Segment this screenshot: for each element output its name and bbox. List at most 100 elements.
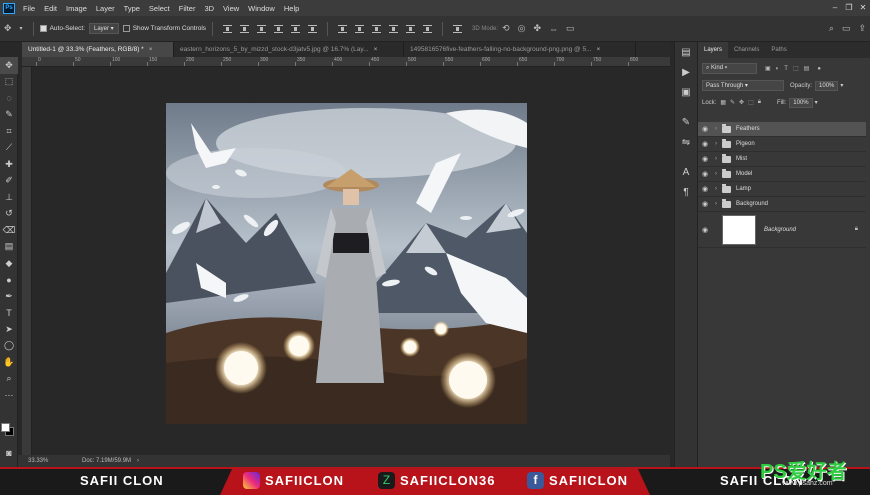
chevron-right-icon[interactable]: › — [712, 141, 720, 147]
chevron-right-icon[interactable]: › — [712, 171, 720, 177]
layer-group-lamp[interactable]: ◉ › Lamp — [698, 182, 866, 197]
zoom-level[interactable]: 33.33% — [28, 458, 68, 464]
pen-tool-icon[interactable]: ✒ — [0, 288, 18, 305]
close-tab-icon[interactable]: × — [374, 46, 378, 53]
align-top-icon[interactable] — [223, 24, 233, 33]
menu-layer[interactable]: Layer — [96, 4, 115, 13]
lock-pixels-icon[interactable]: ✎ — [730, 99, 735, 106]
layer-group-model[interactable]: ◉ › Model — [698, 167, 866, 182]
menu-image[interactable]: Image — [66, 4, 87, 13]
align-left-icon[interactable] — [274, 24, 284, 33]
lasso-tool-icon[interactable]: ◌ — [0, 90, 18, 107]
filter-type-icon[interactable]: T — [784, 66, 788, 72]
filter-shape-icon[interactable]: ⬚ — [793, 65, 799, 72]
chevron-right-icon[interactable]: › — [712, 201, 720, 207]
move-tool-icon[interactable]: ✥ — [4, 23, 12, 34]
kind-filter-dropdown[interactable]: ⌕ Kind ▾ — [702, 63, 757, 74]
visibility-eye-icon[interactable]: ◉ — [698, 226, 712, 234]
close-tab-icon[interactable]: × — [149, 46, 153, 53]
chevron-right-icon[interactable]: › — [712, 156, 720, 162]
chevron-down-icon[interactable]: ▾ — [815, 99, 818, 106]
chevron-down-icon[interactable]: ▾ — [20, 25, 23, 32]
filter-smart-icon[interactable]: ▤ — [804, 65, 810, 72]
align-hcenter-icon[interactable] — [291, 24, 301, 33]
menu-view[interactable]: View — [223, 4, 239, 13]
chevron-right-icon[interactable]: › — [712, 126, 720, 132]
filter-adjustment-icon[interactable]: ◐ — [776, 66, 780, 72]
eyedropper-tool-icon[interactable]: ⟋ — [0, 140, 18, 157]
chevron-down-icon[interactable]: ▾ — [840, 82, 843, 89]
3d-slide-icon[interactable]: ⇔ — [549, 24, 558, 34]
workspace-icon[interactable]: ▭ — [842, 23, 851, 34]
3d-roll-icon[interactable]: ◎ — [518, 23, 526, 34]
fill-input[interactable]: 100% — [789, 97, 813, 108]
distribute-bottom-icon[interactable] — [372, 24, 382, 33]
align-vcenter-icon[interactable] — [240, 24, 250, 33]
minimize-button[interactable]: – — [828, 3, 842, 13]
menu-edit[interactable]: Edit — [44, 4, 57, 13]
tab-untitled-1[interactable]: Untitled-1 @ 33.3% (Feathers, RGB/8) * × — [22, 42, 174, 57]
type-tool-icon[interactable]: T — [0, 305, 18, 322]
search-icon[interactable]: ⌕ — [829, 23, 834, 34]
gradient-tool-icon[interactable]: ▤ — [0, 239, 18, 256]
auto-select-checkbox[interactable] — [39, 25, 47, 32]
transform-controls-checkbox[interactable] — [122, 25, 130, 32]
visibility-eye-icon[interactable]: ◉ — [698, 185, 712, 193]
stamp-tool-icon[interactable]: ⊥ — [0, 189, 18, 206]
menu-3d[interactable]: 3D — [204, 4, 214, 13]
close-window-button[interactable]: ✕ — [856, 3, 870, 13]
move-tool-icon[interactable]: ✥ — [0, 57, 18, 74]
healing-brush-icon[interactable]: ✚ — [0, 156, 18, 173]
align-bottom-icon[interactable] — [257, 24, 267, 33]
distribute-hcenter-icon[interactable] — [406, 24, 416, 33]
lock-artboard-icon[interactable]: ⬚ — [748, 99, 754, 106]
marquee-tool-icon[interactable]: ⬚ — [0, 74, 18, 91]
status-menu-icon[interactable]: › — [137, 458, 139, 464]
layer-background[interactable]: ◉ Background 🔒︎ — [698, 212, 866, 248]
actions-panel-icon[interactable]: ▶ — [675, 62, 697, 82]
visibility-eye-icon[interactable]: ◉ — [698, 200, 712, 208]
layer-group-mist[interactable]: ◉ › Mist — [698, 152, 866, 167]
menu-window[interactable]: Window — [248, 4, 275, 13]
distribute-vcenter-icon[interactable] — [355, 24, 365, 33]
tab-channels[interactable]: Channels — [728, 42, 765, 58]
tab-feathers-png[interactable]: 1495816576five-feathers-falling-no-backg… — [404, 42, 636, 57]
lock-position-icon[interactable]: ✥ — [739, 99, 744, 106]
restore-button[interactable]: ❐ — [842, 3, 856, 13]
3d-scale-icon[interactable]: ▭ — [566, 23, 575, 34]
history-brush-icon[interactable]: ↺ — [0, 206, 18, 223]
properties-panel-icon[interactable]: ▣ — [675, 82, 697, 102]
adjustments-panel-icon[interactable]: ⇋ — [675, 132, 697, 152]
filter-pixel-icon[interactable]: ▣ — [765, 65, 771, 72]
visibility-eye-icon[interactable]: ◉ — [698, 140, 712, 148]
close-tab-icon[interactable]: × — [597, 46, 601, 53]
chevron-right-icon[interactable]: › — [712, 186, 720, 192]
visibility-eye-icon[interactable]: ◉ — [698, 155, 712, 163]
eraser-tool-icon[interactable]: ⌫ — [0, 222, 18, 239]
3d-rotate-icon[interactable]: ⟲ — [502, 23, 510, 34]
hand-tool-icon[interactable]: ✋ — [0, 354, 18, 371]
history-panel-icon[interactable]: ▤ — [675, 42, 697, 62]
menu-file[interactable]: File — [23, 4, 35, 13]
shape-tool-icon[interactable]: ◯ — [0, 338, 18, 355]
character-panel-icon[interactable]: A — [675, 162, 697, 182]
layer-group-pigeon[interactable]: ◉ › Pigeon — [698, 137, 866, 152]
layer-group-background[interactable]: ◉ › Background — [698, 197, 866, 212]
align-right-icon[interactable] — [308, 24, 318, 33]
layer-group-feathers[interactable]: ◉ › Feathers — [698, 122, 866, 137]
brush-tool-icon[interactable]: ✐ — [0, 173, 18, 190]
zoom-tool-icon[interactable]: ⌕ — [0, 371, 18, 388]
tab-layers[interactable]: Layers — [698, 42, 729, 58]
3d-drag-icon[interactable]: ✤ — [533, 23, 541, 34]
distribute-left-icon[interactable] — [389, 24, 399, 33]
menu-help[interactable]: Help — [284, 4, 299, 13]
brush-panel-icon[interactable]: ✎ — [675, 112, 697, 132]
share-icon[interactable]: ⇪ — [858, 23, 866, 34]
dodge-tool-icon[interactable]: ● — [0, 272, 18, 289]
auto-align-icon[interactable] — [453, 24, 463, 33]
quick-mask-icon[interactable]: ◙ — [0, 445, 18, 462]
path-select-icon[interactable]: ➤ — [0, 321, 18, 338]
filter-toggle-icon[interactable]: ● — [817, 66, 821, 72]
document-canvas[interactable] — [166, 103, 527, 424]
paragraph-panel-icon[interactable]: ¶ — [675, 182, 697, 202]
